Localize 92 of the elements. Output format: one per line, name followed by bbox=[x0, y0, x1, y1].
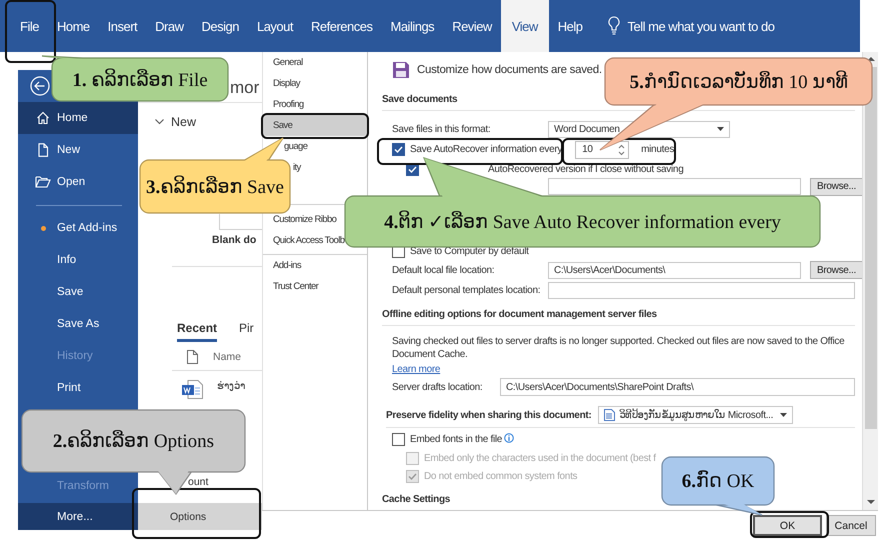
caret-icon[interactable] bbox=[780, 413, 788, 418]
section-heading: New bbox=[171, 115, 196, 129]
nav-item[interactable]: Open bbox=[18, 166, 138, 198]
file-name[interactable]: ຮ່າງວ່າ bbox=[217, 380, 245, 392]
home-icon bbox=[36, 111, 50, 125]
nav-item[interactable]: New bbox=[18, 134, 138, 166]
browse-button[interactable]: Browse... bbox=[810, 178, 862, 196]
folder-icon bbox=[35, 175, 51, 189]
ribbon-tab[interactable]: Home bbox=[48, 0, 99, 52]
ribbon-tab[interactable]: Mailings bbox=[382, 0, 444, 52]
file-list-tab[interactable]: Pir bbox=[239, 321, 254, 342]
ribbon-tab[interactable]: Draw bbox=[146, 0, 192, 52]
section-heading: Preserve fidelity when sharing this document: bbox=[386, 410, 592, 421]
category-item[interactable]: Proofing bbox=[273, 98, 304, 111]
input-field[interactable]: C:\Users\Acer\Documents\ bbox=[548, 262, 801, 279]
category-item[interactable]: Save bbox=[263, 115, 367, 136]
blank-document-thumbnail[interactable] bbox=[219, 214, 262, 230]
checkbox-label: Do not embed common system fonts bbox=[424, 470, 578, 482]
document-icon bbox=[604, 409, 616, 422]
category-item[interactable]: guage bbox=[284, 140, 308, 153]
minutes-spinner[interactable]: 10 bbox=[575, 140, 630, 159]
caret-icon[interactable] bbox=[717, 127, 724, 132]
document-icon bbox=[187, 350, 198, 364]
chevron-down-icon[interactable] bbox=[155, 119, 164, 125]
checkbox-label: Embed only the characters used in the document (best f bbox=[424, 452, 656, 464]
nav-item[interactable]: Get Add-ins bbox=[18, 212, 138, 244]
callout-text: 1. ຄລິກເລືອກ File bbox=[72, 68, 208, 92]
new-document-icon bbox=[36, 143, 50, 157]
category-item[interactable]: ity bbox=[293, 161, 301, 174]
nav-item[interactable]: Save bbox=[18, 276, 138, 308]
checkbox[interactable] bbox=[392, 143, 405, 156]
back-icon[interactable] bbox=[30, 76, 50, 96]
scroll-thumb[interactable] bbox=[864, 67, 876, 429]
category-item[interactable]: Add-ins bbox=[273, 259, 302, 272]
category-item[interactable]: Quick Access Toolb bbox=[273, 234, 344, 247]
document-dropdown[interactable]: ວິທີປ້ອງກັນຂໍ້ມູນສູນຫາຍໃນ Microsoft... bbox=[598, 406, 794, 424]
lightbulb-icon[interactable] bbox=[608, 16, 620, 36]
nav-item[interactable]: Save As bbox=[18, 308, 138, 340]
down-arrow-icon[interactable] bbox=[866, 498, 874, 506]
input-field[interactable] bbox=[548, 282, 855, 300]
stepper-arrows-icon[interactable] bbox=[618, 144, 626, 156]
page-description: Customize how documents are saved. bbox=[417, 64, 602, 76]
nav-item[interactable]: Print bbox=[18, 372, 138, 404]
callout-text: 5.ກຳນົດເວລາບັນທຶກ 10 ນາທີ bbox=[630, 70, 848, 94]
field-label: Save files in this format: bbox=[392, 124, 492, 135]
checkbox[interactable] bbox=[392, 433, 405, 446]
info-text: Saving checked out files to server drafts is no longer supported. Checked out files are now saved to the Office Document Cache. bbox=[391, 335, 846, 362]
dialog-button[interactable]: OK bbox=[753, 515, 822, 536]
section-heading: Cache Settings bbox=[382, 494, 452, 508]
ribbon-tab[interactable]: Help bbox=[548, 0, 592, 52]
highlight-frame bbox=[5, 0, 56, 63]
input-field[interactable] bbox=[548, 178, 801, 196]
input-field[interactable]: C:\Users\Acer\Documents\SharePoint Drafts\ bbox=[500, 378, 855, 396]
category-item[interactable]: Display bbox=[273, 77, 300, 90]
ribbon-tab[interactable]: References bbox=[302, 0, 382, 52]
unit-label: minutes bbox=[641, 144, 674, 156]
learn-more-link[interactable]: Learn more bbox=[392, 364, 440, 376]
template-label: Blank do bbox=[212, 234, 256, 246]
callout-text: 6.ກົດ OK bbox=[682, 469, 754, 493]
callout-text: 2.ຄລິກເລືອກ Options bbox=[52, 429, 214, 453]
browse-button[interactable]: Browse... bbox=[810, 261, 862, 280]
scrollbar[interactable] bbox=[862, 52, 878, 510]
checkbox-label: AutoRecovered version if I close without saving bbox=[488, 164, 684, 175]
tell-me-search[interactable]: Tell me what you want to do bbox=[628, 18, 774, 34]
category-item[interactable]: Customize Ribbo bbox=[273, 213, 336, 226]
column-header: Name bbox=[213, 351, 242, 363]
category-item[interactable]: Trust Center bbox=[273, 280, 318, 293]
nav-item[interactable]: Home bbox=[18, 102, 138, 134]
ribbon-tab[interactable]: Review bbox=[443, 0, 501, 52]
nav-item[interactable]: Info bbox=[18, 244, 138, 276]
file-list-tab[interactable]: Recent bbox=[177, 321, 218, 342]
checkbox-label: Save to Computer by default bbox=[410, 246, 529, 257]
ribbon-tab[interactable]: File bbox=[11, 0, 48, 52]
callout-text: 3.ຄລິກເລືອກ Save bbox=[146, 174, 284, 198]
nav-item[interactable]: ount bbox=[188, 476, 208, 488]
greeting-text: mor bbox=[230, 78, 260, 97]
checkbox-label: Embed fonts in the file bbox=[410, 434, 502, 446]
ribbon-tab[interactable]: Design bbox=[192, 0, 248, 52]
options-button[interactable]: Options bbox=[138, 503, 262, 530]
ribbon-tab[interactable]: View bbox=[500, 0, 549, 52]
category-item[interactable]: General bbox=[273, 56, 303, 69]
file-icon bbox=[182, 380, 203, 399]
callout-text: 4.ຕິກ ✓ເລືອກ Save Auto Recover information every bbox=[384, 210, 781, 234]
field-label: Default local file location: bbox=[392, 264, 496, 276]
more-button[interactable]: More... bbox=[18, 503, 138, 530]
field-label: Default personal templates location: bbox=[392, 285, 542, 296]
dialog-button[interactable]: Cancel bbox=[826, 515, 876, 536]
ribbon-tab[interactable]: Layout bbox=[248, 0, 302, 52]
field-label: Server drafts location: bbox=[392, 382, 484, 393]
section-heading: Offline editing options for document management server files bbox=[382, 309, 855, 326]
ribbon-tab[interactable]: Insert bbox=[98, 0, 146, 52]
info-icon[interactable] bbox=[504, 433, 514, 444]
